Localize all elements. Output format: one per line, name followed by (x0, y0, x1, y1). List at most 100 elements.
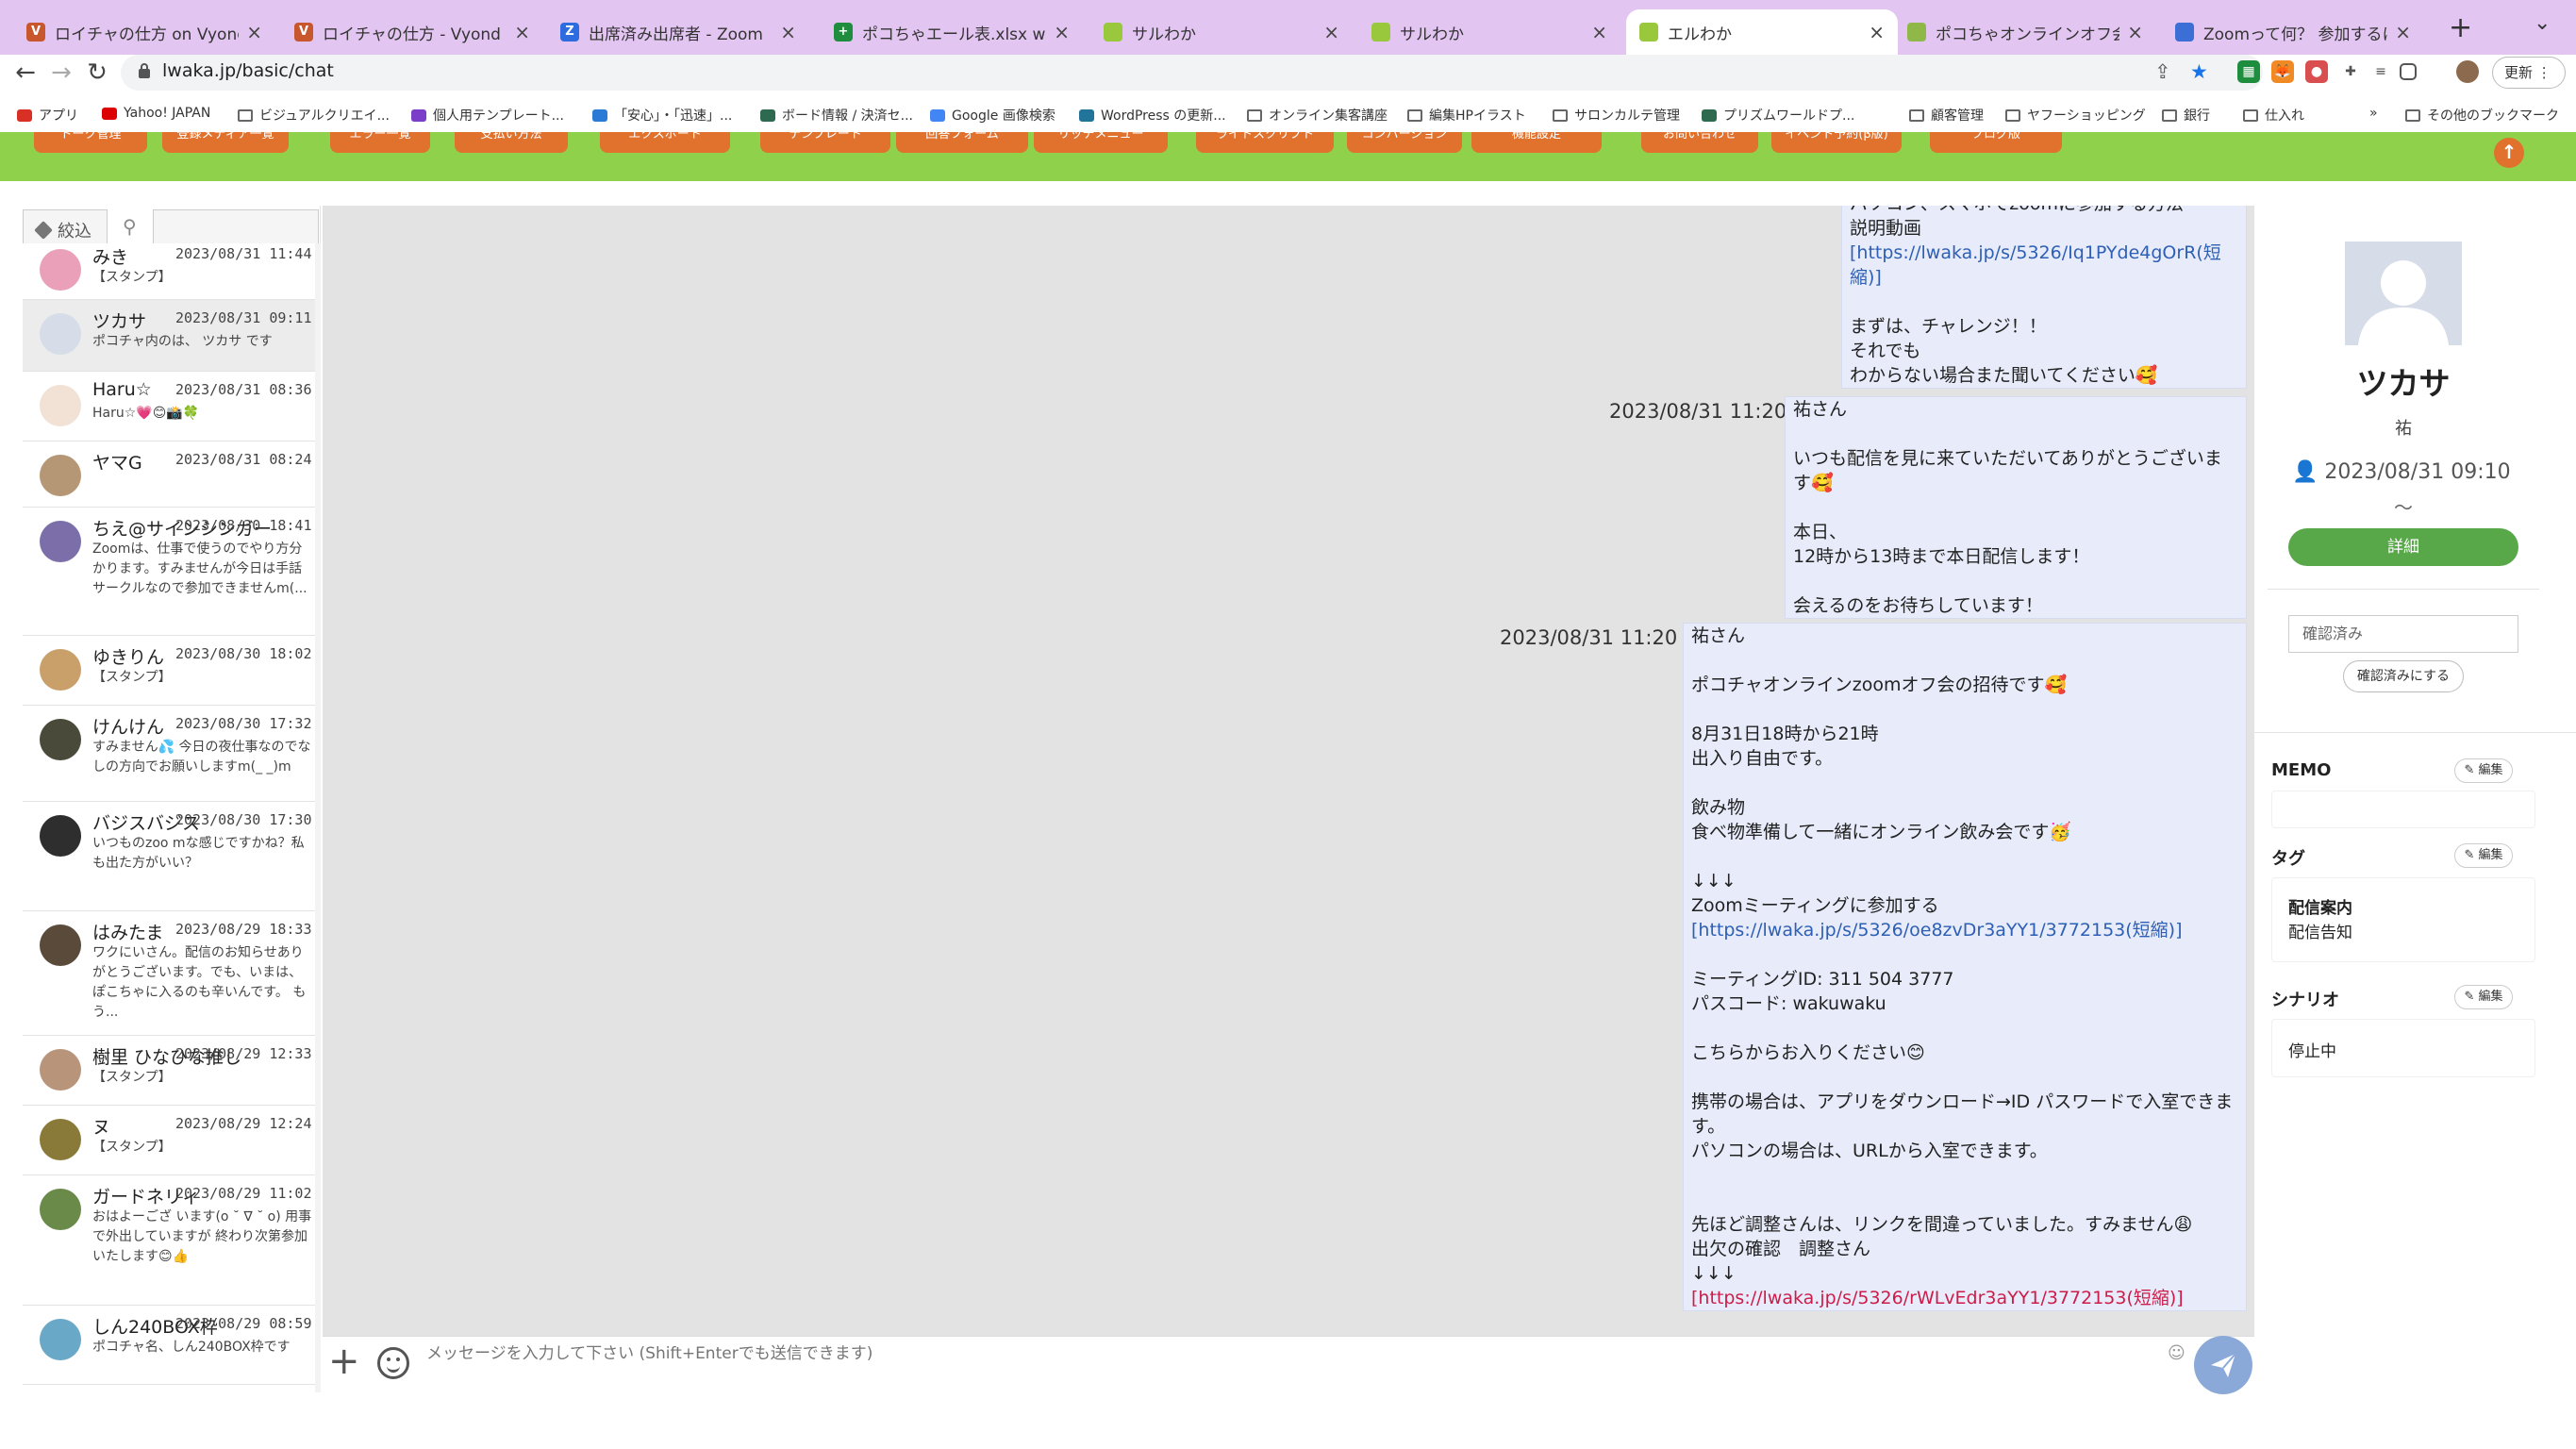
browser-tab[interactable]: サルわか × (1090, 9, 1353, 55)
new-tab-button[interactable]: + (2449, 11, 2472, 44)
browser-tab[interactable]: Zoomって何？ 参加するには、ど × (2162, 9, 2424, 55)
bookmark-item[interactable]: オンライン集客講座 (1247, 106, 1388, 125)
conversation-item[interactable]: ヤマG 2023/08/31 08:24 (23, 441, 321, 508)
bookmark-item[interactable]: ビジュアルクリエイ... (238, 106, 390, 125)
search-input[interactable] (153, 209, 319, 245)
bookmark-item[interactable]: Yahoo! JAPAN (102, 106, 210, 121)
bookmark-item[interactable]: プリズムワールドプ... (1702, 106, 1854, 125)
reload-icon[interactable]: ↻ (83, 58, 111, 87)
message-input[interactable] (426, 1340, 2162, 1368)
bookmark-item[interactable]: 仕入れ (2243, 106, 2304, 125)
conversation-item[interactable]: 樹里 ひなひな推し 2023/08/29 12:33 【スタンプ】 (23, 1036, 321, 1106)
tab-label: ポコちゃエール表.xlsx wakuni (862, 25, 1046, 44)
bookmark-star-icon[interactable]: ★ (2190, 60, 2208, 83)
browser-tab[interactable]: V ロイチャの仕方 - Vyond Studio × (281, 9, 543, 55)
reading-list-icon[interactable]: ≡ (2369, 60, 2392, 83)
conversation-item[interactable]: バジスバジス 2023/08/30 17:30 いつものzoo mな感じですかね？私… (23, 802, 321, 911)
browser-tab[interactable]: + ポコちゃエール表.xlsx wakuni × (821, 9, 1083, 55)
nav-button[interactable]: 機能設定 (1471, 132, 1602, 153)
bookmark-item[interactable]: ヤフーショッピング (2005, 106, 2146, 125)
tab-close-icon[interactable]: × (1591, 21, 1607, 43)
nav-button[interactable]: イベント予約(β版) (1771, 132, 1902, 153)
browser-tab[interactable]: ポコちゃオンラインオフ会 | 調整 × (1894, 9, 2156, 55)
browser-tab[interactable]: Z 出席済み出席者 - Zoom × (547, 9, 809, 55)
conversation-item[interactable]: ゆきりん 2023/08/30 18:02 【スタンプ】 (23, 636, 321, 706)
bookmark-item[interactable]: 顧客管理 (1909, 106, 1984, 125)
smile-icon[interactable]: ☺ (2168, 1343, 2185, 1363)
mark-confirmed-button[interactable]: 確認済みにする (2343, 660, 2464, 692)
nav-button[interactable]: ライトスクリプト (1196, 132, 1334, 153)
nav-button[interactable]: テンプレート (760, 132, 890, 153)
tab-close-icon[interactable]: × (1869, 21, 1885, 43)
conversation-item[interactable]: はみたま 2023/08/29 18:33 ワクにいさん。配信のお知らせありがとうご… (23, 911, 321, 1036)
bookmarks-more[interactable]: » (2369, 106, 2378, 121)
browser-tab[interactable]: サルわか × (1358, 9, 1620, 55)
tab-close-icon[interactable]: × (514, 21, 530, 43)
bookmark-item[interactable]: Google 画像検索 (930, 106, 1055, 125)
bookmark-item[interactable]: WordPress の更新... (1079, 106, 1226, 125)
scenario-edit-button[interactable]: ✎ 編集 (2454, 985, 2513, 1009)
message-link[interactable]: [https://lwaka.jp/s/5326/oe8zvDr3aYY1/37… (1691, 918, 2238, 942)
other-bookmarks[interactable]: その他のブックマーク (2405, 106, 2559, 125)
bookmark-item[interactable]: 個人用テンプレート... (411, 106, 564, 125)
forward-icon[interactable]: → (47, 58, 75, 87)
address-bar[interactable] (121, 55, 2263, 91)
conversation-item[interactable]: ちえ@サインシンガー 2023/08/30 18:41 Zoomは、仕事で使うのでや… (23, 508, 321, 636)
tab-close-icon[interactable]: × (1323, 21, 1339, 43)
emoji-icon[interactable] (377, 1347, 409, 1379)
message-link[interactable]: [https://lwaka.jp/s/5326/rWLvEdr3aYY1/37… (1691, 1286, 2238, 1310)
add-attachment-button[interactable]: + (328, 1340, 360, 1383)
bookmark-item[interactable]: 「安心」・「迅速」... (592, 106, 732, 125)
share-icon[interactable]: ⇪ (2154, 60, 2171, 83)
bookmark-item[interactable]: アプリ (17, 106, 78, 125)
bookmark-item[interactable]: サロンカルテ管理 (1553, 106, 1680, 125)
back-icon[interactable]: ← (11, 58, 40, 87)
send-button[interactable] (2194, 1336, 2252, 1394)
status-field[interactable]: 確認済み (2288, 615, 2518, 653)
tab-close-icon[interactable]: × (2127, 21, 2143, 43)
bookmark-item[interactable]: 銀行 (2162, 106, 2210, 125)
tab-close-icon[interactable]: × (2395, 21, 2411, 43)
conversation-item[interactable]: けんけん 2023/08/30 17:32 すみません💦 今日の夜仕事なのでなしの方… (23, 706, 321, 802)
tab-close-icon[interactable]: × (1054, 21, 1070, 43)
bookmark-item[interactable]: ボード情報 / 決済セ... (760, 106, 913, 125)
sidepanel-icon[interactable] (2400, 63, 2417, 80)
extension-icon[interactable]: ● (2305, 60, 2328, 83)
conversation-item[interactable]: ツカサ 2023/08/31 09:11 ポコチャ内のは、 ツカサ です (23, 300, 321, 372)
nav-button[interactable]: 支払い方法 (455, 132, 568, 153)
nav-button[interactable]: お問い合わせ (1641, 132, 1758, 153)
list-scrollbar[interactable] (315, 243, 321, 1392)
extension-icon[interactable]: ▦ (2237, 60, 2260, 83)
nav-button[interactable]: ブログ版 (1930, 132, 2062, 153)
browser-tab[interactable]: V ロイチャの仕方 on Vyond × (13, 9, 275, 55)
memo-edit-button[interactable]: ✎ 編集 (2454, 758, 2513, 783)
detail-button[interactable]: 詳細 (2288, 528, 2518, 566)
avatar[interactable] (2456, 60, 2479, 83)
scroll-top-icon[interactable]: ↑ (2494, 138, 2524, 168)
puzzle-icon[interactable]: ✚ (2339, 60, 2362, 83)
nav-button[interactable]: コンバージョン (1347, 132, 1462, 153)
conversation-item[interactable]: みき 2023/08/31 11:44 【スタンプ】 (23, 243, 321, 300)
tab-close-icon[interactable]: × (246, 21, 262, 43)
tab-close-icon[interactable]: × (780, 21, 796, 43)
folder-icon (1553, 108, 1568, 122)
metamask-icon[interactable]: 🦊 (2271, 60, 2294, 83)
update-button[interactable]: 更新 ⋮ (2492, 57, 2566, 89)
bookmark-item[interactable]: 編集HPイラスト (1407, 106, 1526, 125)
nav-button[interactable]: トーク管理 (34, 132, 147, 153)
conversation-item[interactable]: Haru☆ 2023/08/31 08:36 Haru☆💗😊📸🍀 (23, 372, 321, 441)
nav-button[interactable]: エラー一覧 (330, 132, 430, 153)
tag-edit-button[interactable]: ✎ 編集 (2454, 843, 2513, 868)
conversation-item[interactable]: ガードネリィ 2023/08/29 11:02 おはよーござ います(o ˘ ∇ ˘… (23, 1175, 321, 1306)
nav-button[interactable]: 回答フォーム (896, 132, 1028, 153)
tab-search-icon[interactable]: ⌄ (2534, 11, 2551, 35)
nav-button[interactable]: エクスポート (600, 132, 730, 153)
conversation-item[interactable]: しん240BOX枠 2023/08/29 08:59 ポコチャ名、しん240BOX枠… (23, 1306, 321, 1385)
conversation-item[interactable]: ヌ 2023/08/29 12:24 【スタンプ】 (23, 1106, 321, 1175)
nav-button[interactable]: リッチメニュー (1034, 132, 1168, 153)
search-icon[interactable]: ⚲ (123, 215, 137, 238)
filter-button[interactable]: 絞込 (23, 209, 108, 245)
message-link[interactable]: [https://lwaka.jp/s/5326/Iq1PYde4gOrR(短縮… (1850, 241, 2238, 290)
nav-button[interactable]: 登録メディア一覧 (162, 132, 289, 153)
browser-tab[interactable]: エルわか × (1626, 9, 1898, 55)
